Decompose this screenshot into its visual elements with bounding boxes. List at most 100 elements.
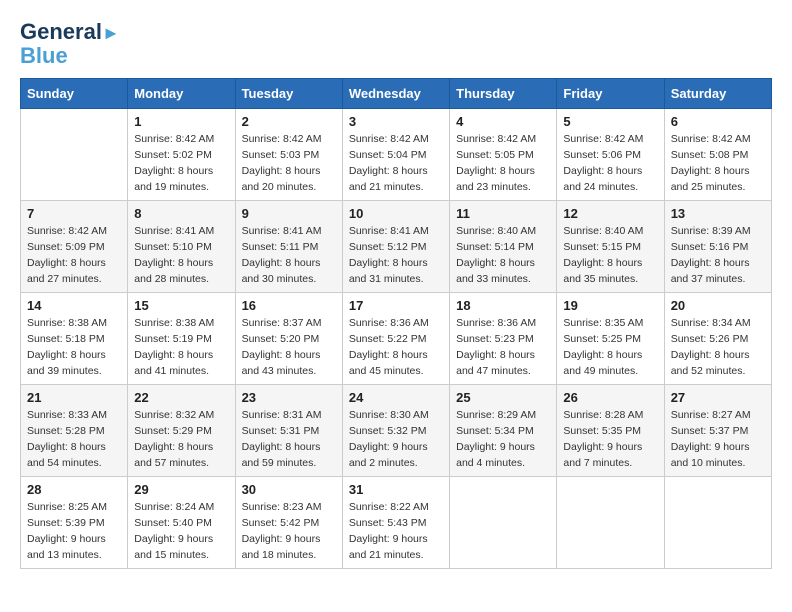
calendar-cell: 20 Sunrise: 8:34 AMSunset: 5:26 PMDayligh… xyxy=(664,293,771,385)
day-info: Sunrise: 8:23 AMSunset: 5:42 PMDaylight:… xyxy=(242,500,336,563)
day-info: Sunrise: 8:41 AMSunset: 5:11 PMDaylight:… xyxy=(242,224,336,287)
day-number: 15 xyxy=(134,298,228,313)
weekday-header-saturday: Saturday xyxy=(664,79,771,109)
calendar-cell: 5 Sunrise: 8:42 AMSunset: 5:06 PMDaylight… xyxy=(557,109,664,201)
logo: General►Blue xyxy=(20,20,120,68)
calendar-cell: 18 Sunrise: 8:36 AMSunset: 5:23 PMDayligh… xyxy=(450,293,557,385)
weekday-header-friday: Friday xyxy=(557,79,664,109)
calendar-cell: 26 Sunrise: 8:28 AMSunset: 5:35 PMDayligh… xyxy=(557,385,664,477)
day-info: Sunrise: 8:41 AMSunset: 5:10 PMDaylight:… xyxy=(134,224,228,287)
weekday-header-tuesday: Tuesday xyxy=(235,79,342,109)
calendar-cell: 8 Sunrise: 8:41 AMSunset: 5:10 PMDaylight… xyxy=(128,201,235,293)
day-number: 12 xyxy=(563,206,657,221)
logo-text: General►Blue xyxy=(20,20,120,68)
page-header: General►Blue xyxy=(20,20,772,68)
calendar-cell: 3 Sunrise: 8:42 AMSunset: 5:04 PMDaylight… xyxy=(342,109,449,201)
calendar-cell: 24 Sunrise: 8:30 AMSunset: 5:32 PMDayligh… xyxy=(342,385,449,477)
day-info: Sunrise: 8:32 AMSunset: 5:29 PMDaylight:… xyxy=(134,408,228,471)
calendar-cell: 7 Sunrise: 8:42 AMSunset: 5:09 PMDaylight… xyxy=(21,201,128,293)
weekday-header-sunday: Sunday xyxy=(21,79,128,109)
day-number: 2 xyxy=(242,114,336,129)
day-info: Sunrise: 8:35 AMSunset: 5:25 PMDaylight:… xyxy=(563,316,657,379)
day-number: 4 xyxy=(456,114,550,129)
day-number: 30 xyxy=(242,482,336,497)
weekday-header-wednesday: Wednesday xyxy=(342,79,449,109)
day-info: Sunrise: 8:42 AMSunset: 5:08 PMDaylight:… xyxy=(671,132,765,195)
day-number: 24 xyxy=(349,390,443,405)
day-number: 6 xyxy=(671,114,765,129)
calendar-cell: 29 Sunrise: 8:24 AMSunset: 5:40 PMDayligh… xyxy=(128,477,235,569)
day-number: 25 xyxy=(456,390,550,405)
weekday-header-monday: Monday xyxy=(128,79,235,109)
calendar-cell: 4 Sunrise: 8:42 AMSunset: 5:05 PMDaylight… xyxy=(450,109,557,201)
day-info: Sunrise: 8:37 AMSunset: 5:20 PMDaylight:… xyxy=(242,316,336,379)
calendar-cell xyxy=(664,477,771,569)
day-info: Sunrise: 8:30 AMSunset: 5:32 PMDaylight:… xyxy=(349,408,443,471)
calendar-cell xyxy=(450,477,557,569)
calendar-cell: 12 Sunrise: 8:40 AMSunset: 5:15 PMDayligh… xyxy=(557,201,664,293)
day-number: 17 xyxy=(349,298,443,313)
calendar-cell: 2Sunrise: 8:42 AMSunset: 5:03 PMDaylight… xyxy=(235,109,342,201)
calendar-cell: 15 Sunrise: 8:38 AMSunset: 5:19 PMDayligh… xyxy=(128,293,235,385)
day-number: 22 xyxy=(134,390,228,405)
calendar-cell: 10 Sunrise: 8:41 AMSunset: 5:12 PMDayligh… xyxy=(342,201,449,293)
calendar-cell: 9 Sunrise: 8:41 AMSunset: 5:11 PMDaylight… xyxy=(235,201,342,293)
day-number: 11 xyxy=(456,206,550,221)
day-number: 14 xyxy=(27,298,121,313)
day-info: Sunrise: 8:42 AMSunset: 5:04 PMDaylight:… xyxy=(349,132,443,195)
day-number: 7 xyxy=(27,206,121,221)
day-info: Sunrise: 8:28 AMSunset: 5:35 PMDaylight:… xyxy=(563,408,657,471)
day-number: 23 xyxy=(242,390,336,405)
day-info: Sunrise: 8:36 AMSunset: 5:23 PMDaylight:… xyxy=(456,316,550,379)
day-number: 3 xyxy=(349,114,443,129)
day-info: Sunrise: 8:38 AMSunset: 5:19 PMDaylight:… xyxy=(134,316,228,379)
day-number: 8 xyxy=(134,206,228,221)
day-number: 13 xyxy=(671,206,765,221)
day-number: 27 xyxy=(671,390,765,405)
calendar-cell: 22 Sunrise: 8:32 AMSunset: 5:29 PMDayligh… xyxy=(128,385,235,477)
calendar-cell: 23 Sunrise: 8:31 AMSunset: 5:31 PMDayligh… xyxy=(235,385,342,477)
day-info: Sunrise: 8:41 AMSunset: 5:12 PMDaylight:… xyxy=(349,224,443,287)
day-info: Sunrise: 8:25 AMSunset: 5:39 PMDaylight:… xyxy=(27,500,121,563)
day-number: 26 xyxy=(563,390,657,405)
day-info: Sunrise: 8:42 AMSunset: 5:06 PMDaylight:… xyxy=(563,132,657,195)
calendar-table: SundayMondayTuesdayWednesdayThursdayFrid… xyxy=(20,78,772,569)
day-info: Sunrise: 8:38 AMSunset: 5:18 PMDaylight:… xyxy=(27,316,121,379)
calendar-cell: 21 Sunrise: 8:33 AMSunset: 5:28 PMDayligh… xyxy=(21,385,128,477)
calendar-cell: 27 Sunrise: 8:27 AMSunset: 5:37 PMDayligh… xyxy=(664,385,771,477)
day-number: 9 xyxy=(242,206,336,221)
day-number: 18 xyxy=(456,298,550,313)
weekday-header-thursday: Thursday xyxy=(450,79,557,109)
calendar-cell: 31Sunrise: 8:22 AMSunset: 5:43 PMDayligh… xyxy=(342,477,449,569)
day-number: 29 xyxy=(134,482,228,497)
day-info: Sunrise: 8:42 AMSunset: 5:09 PMDaylight:… xyxy=(27,224,121,287)
day-number: 16 xyxy=(242,298,336,313)
day-number: 31 xyxy=(349,482,443,497)
day-info: Sunrise: 8:40 AMSunset: 5:15 PMDaylight:… xyxy=(563,224,657,287)
day-info: Sunrise: 8:42 AMSunset: 5:02 PMDaylight:… xyxy=(134,132,228,195)
day-number: 5 xyxy=(563,114,657,129)
day-info: Sunrise: 8:40 AMSunset: 5:14 PMDaylight:… xyxy=(456,224,550,287)
calendar-cell: 17 Sunrise: 8:36 AMSunset: 5:22 PMDayligh… xyxy=(342,293,449,385)
day-info: Sunrise: 8:24 AMSunset: 5:40 PMDaylight:… xyxy=(134,500,228,563)
calendar-cell: 28Sunrise: 8:25 AMSunset: 5:39 PMDayligh… xyxy=(21,477,128,569)
calendar-cell: 16 Sunrise: 8:37 AMSunset: 5:20 PMDayligh… xyxy=(235,293,342,385)
day-info: Sunrise: 8:33 AMSunset: 5:28 PMDaylight:… xyxy=(27,408,121,471)
day-number: 20 xyxy=(671,298,765,313)
calendar-cell: 11 Sunrise: 8:40 AMSunset: 5:14 PMDayligh… xyxy=(450,201,557,293)
day-info: Sunrise: 8:34 AMSunset: 5:26 PMDaylight:… xyxy=(671,316,765,379)
day-info: Sunrise: 8:42 AMSunset: 5:05 PMDaylight:… xyxy=(456,132,550,195)
day-number: 1 xyxy=(134,114,228,129)
calendar-cell: 13 Sunrise: 8:39 AMSunset: 5:16 PMDayligh… xyxy=(664,201,771,293)
day-info: Sunrise: 8:36 AMSunset: 5:22 PMDaylight:… xyxy=(349,316,443,379)
calendar-cell: 19 Sunrise: 8:35 AMSunset: 5:25 PMDayligh… xyxy=(557,293,664,385)
day-number: 19 xyxy=(563,298,657,313)
day-info: Sunrise: 8:27 AMSunset: 5:37 PMDaylight:… xyxy=(671,408,765,471)
day-number: 10 xyxy=(349,206,443,221)
day-number: 21 xyxy=(27,390,121,405)
calendar-cell xyxy=(21,109,128,201)
calendar-cell xyxy=(557,477,664,569)
day-info: Sunrise: 8:39 AMSunset: 5:16 PMDaylight:… xyxy=(671,224,765,287)
calendar-cell: 14 Sunrise: 8:38 AMSunset: 5:18 PMDayligh… xyxy=(21,293,128,385)
day-info: Sunrise: 8:31 AMSunset: 5:31 PMDaylight:… xyxy=(242,408,336,471)
